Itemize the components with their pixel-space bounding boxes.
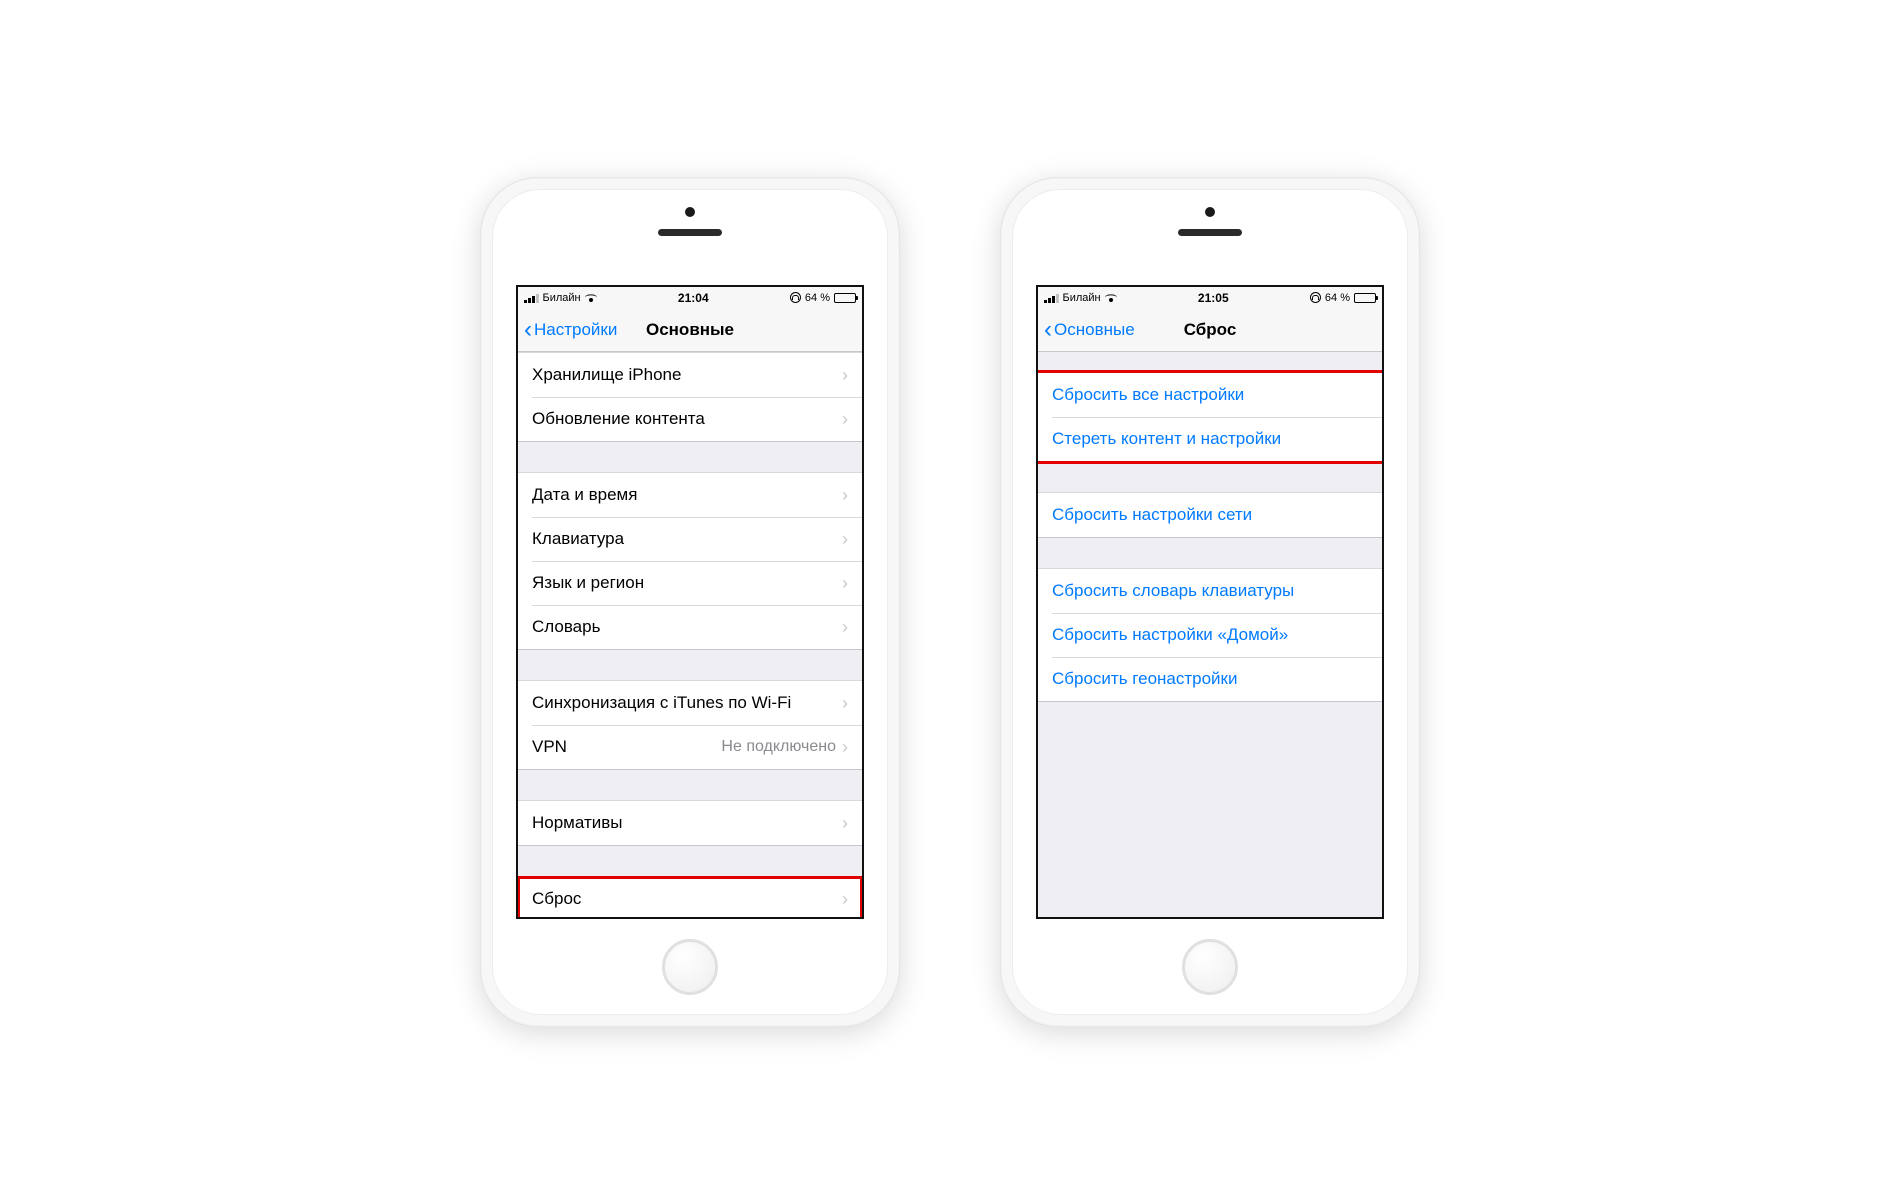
status-time: 21:05 (1198, 291, 1229, 305)
row-label: Обновление контента (532, 409, 842, 429)
group-reset-other: Сбросить словарь клавиатуры Сбросить нас… (1038, 568, 1382, 702)
chevron-left-icon: ‹ (524, 318, 532, 342)
row-reset[interactable]: Сброс › (518, 877, 862, 917)
group-storage: Хранилище iPhone › Обновление контента › (518, 352, 862, 442)
row-label: Сбросить настройки сети (1052, 505, 1368, 525)
row-label: Нормативы (532, 813, 842, 833)
group-locale: Дата и время › Клавиатура › Язык и регио… (518, 472, 862, 650)
wifi-icon (585, 293, 597, 302)
back-label: Настройки (534, 320, 617, 340)
chevron-right-icon: › (842, 813, 848, 834)
row-label: Сбросить все настройки (1052, 385, 1368, 405)
row-label: Словарь (532, 617, 842, 637)
row-label: Клавиатура (532, 529, 842, 549)
battery-icon (1354, 293, 1376, 303)
row-label: Стереть контент и настройки (1052, 429, 1368, 449)
row-reset-keyboard-dictionary[interactable]: Сбросить словарь клавиатуры (1038, 569, 1382, 613)
battery-percent: 64 % (1325, 292, 1350, 304)
home-button[interactable] (662, 939, 718, 995)
status-bar: Билайн 21:05 64 % (1038, 287, 1382, 308)
content-area[interactable]: Сбросить все настройки Стереть контент и… (1038, 352, 1382, 917)
row-label: Синхронизация с iTunes по Wi-Fi (532, 693, 842, 713)
group-reset-network: Сбросить настройки сети (1038, 492, 1382, 538)
battery-icon (834, 293, 856, 303)
chevron-right-icon: › (842, 889, 848, 910)
row-label: Дата и время (532, 485, 842, 505)
group-reset: Сброс › Выключить (518, 876, 862, 917)
group-reset-main: Сбросить все настройки Стереть контент и… (1038, 372, 1382, 462)
group-sync: Синхронизация с iTunes по Wi-Fi › VPN Не… (518, 680, 862, 770)
row-language-region[interactable]: Язык и регион › (518, 561, 862, 605)
status-time: 21:04 (678, 291, 709, 305)
back-button[interactable]: ‹ Основные (1044, 318, 1135, 342)
row-label: Сброс (532, 889, 842, 909)
carrier-label: Билайн (1063, 292, 1101, 304)
chevron-right-icon: › (842, 737, 848, 758)
row-value: Не подключено (721, 738, 836, 756)
signal-icon (1044, 293, 1059, 303)
wifi-icon (1105, 293, 1117, 302)
chevron-right-icon: › (842, 573, 848, 594)
row-reset-all-settings[interactable]: Сбросить все настройки (1038, 373, 1382, 417)
row-dictionary[interactable]: Словарь › (518, 605, 862, 649)
row-erase-content-settings[interactable]: Стереть контент и настройки (1038, 417, 1382, 461)
row-regulatory[interactable]: Нормативы › (518, 801, 862, 845)
back-button[interactable]: ‹ Настройки (524, 318, 617, 342)
status-bar: Билайн 21:04 64 % (518, 287, 862, 308)
row-reset-network[interactable]: Сбросить настройки сети (1038, 493, 1382, 537)
battery-percent: 64 % (805, 292, 830, 304)
row-keyboard[interactable]: Клавиатура › (518, 517, 862, 561)
content-area[interactable]: Хранилище iPhone › Обновление контента ›… (518, 352, 862, 917)
chevron-right-icon: › (842, 409, 848, 430)
row-reset-home-layout[interactable]: Сбросить настройки «Домой» (1038, 613, 1382, 657)
screen-reset: Билайн 21:05 64 % ‹ Основные Сброс (1036, 285, 1384, 919)
home-button[interactable] (1182, 939, 1238, 995)
back-label: Основные (1054, 320, 1135, 340)
row-reset-location[interactable]: Сбросить геонастройки (1038, 657, 1382, 701)
rotation-lock-icon (790, 292, 801, 303)
speaker-icon (1178, 229, 1242, 236)
chevron-left-icon: ‹ (1044, 318, 1052, 342)
chevron-right-icon: › (842, 617, 848, 638)
screen-general: Билайн 21:04 64 % ‹ Настройки Основные (516, 285, 864, 919)
chevron-right-icon: › (842, 693, 848, 714)
row-label: Язык и регион (532, 573, 842, 593)
chevron-right-icon: › (842, 529, 848, 550)
group-norms: Нормативы › (518, 800, 862, 846)
nav-bar: ‹ Настройки Основные (518, 308, 862, 352)
iphone-device-left: Билайн 21:04 64 % ‹ Настройки Основные (480, 177, 900, 1027)
signal-icon (524, 293, 539, 303)
row-storage[interactable]: Хранилище iPhone › (518, 353, 862, 397)
speaker-icon (658, 229, 722, 236)
chevron-right-icon: › (842, 365, 848, 386)
row-date-time[interactable]: Дата и время › (518, 473, 862, 517)
rotation-lock-icon (1310, 292, 1321, 303)
row-label: Сбросить настройки «Домой» (1052, 625, 1368, 645)
nav-bar: ‹ Основные Сброс (1038, 308, 1382, 352)
page-title: Основные (646, 320, 734, 340)
row-label: VPN (532, 737, 721, 757)
carrier-label: Билайн (543, 292, 581, 304)
row-label: Хранилище iPhone (532, 365, 842, 385)
page-title: Сброс (1184, 320, 1237, 340)
iphone-device-right: Билайн 21:05 64 % ‹ Основные Сброс (1000, 177, 1420, 1027)
row-label: Сбросить геонастройки (1052, 669, 1368, 689)
row-content-refresh[interactable]: Обновление контента › (518, 397, 862, 441)
row-itunes-wifi-sync[interactable]: Синхронизация с iTunes по Wi-Fi › (518, 681, 862, 725)
row-vpn[interactable]: VPN Не подключено › (518, 725, 862, 769)
row-label: Сбросить словарь клавиатуры (1052, 581, 1368, 601)
chevron-right-icon: › (842, 485, 848, 506)
